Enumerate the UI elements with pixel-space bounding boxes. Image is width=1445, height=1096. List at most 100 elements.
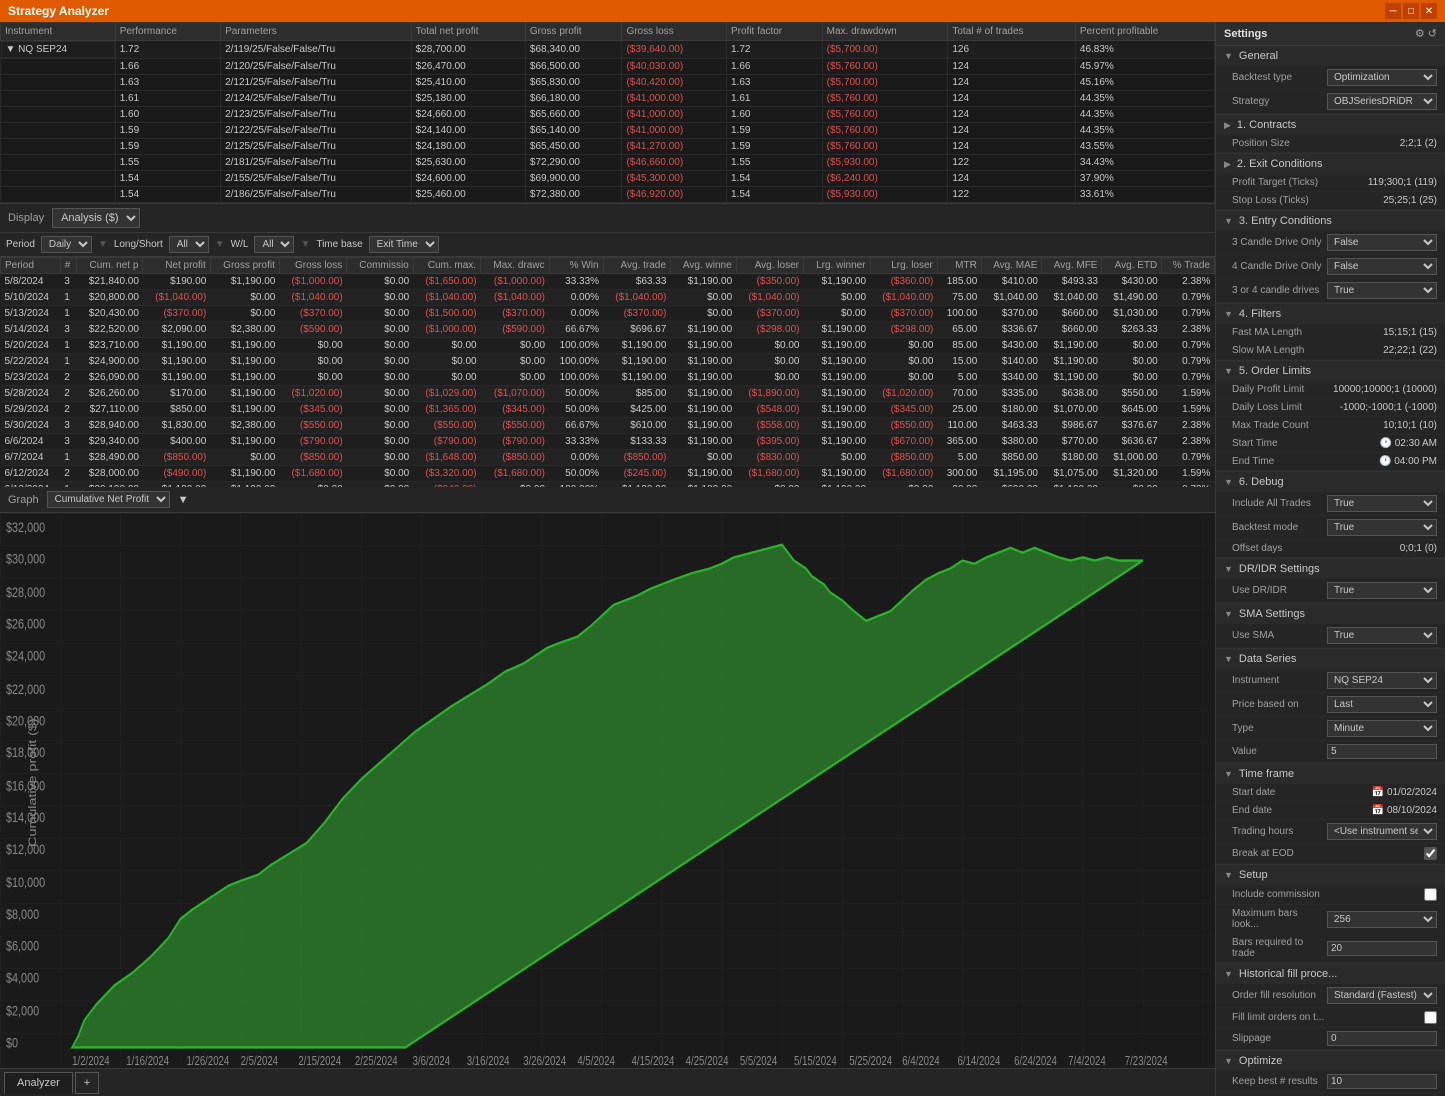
graph-label: Graph bbox=[8, 494, 39, 506]
wl-select[interactable]: All bbox=[254, 236, 294, 253]
title-bar: Strategy Analyzer ─ □ ✕ bbox=[0, 0, 1445, 22]
table-cell: 0.79% bbox=[1162, 354, 1215, 370]
period-bar: Period Daily ▼ Long/Short All ▼ W/L All … bbox=[0, 233, 1215, 257]
table-cell: 2/121/25/False/False/Tru bbox=[221, 75, 412, 91]
table-cell: 2 bbox=[60, 466, 77, 482]
table-cell: ($350.00) bbox=[736, 274, 803, 290]
include-all-trades-select[interactable]: True False bbox=[1327, 495, 1437, 512]
slippage-input[interactable] bbox=[1327, 1031, 1437, 1046]
longshort-select[interactable]: All bbox=[169, 236, 209, 253]
settings-section-general: ▼ General Backtest type Optimization Str… bbox=[1216, 46, 1445, 115]
table-cell: 2/123/25/False/False/Tru bbox=[221, 107, 412, 123]
graph-type-select[interactable]: Cumulative Net Profit bbox=[47, 491, 170, 508]
4-candle-select[interactable]: False True bbox=[1327, 258, 1437, 275]
backtest-mode-select[interactable]: True False bbox=[1327, 519, 1437, 536]
section-header-order-limits[interactable]: ▼ 5. Order Limits bbox=[1216, 361, 1445, 381]
section-header-sma[interactable]: ▼ SMA Settings bbox=[1216, 604, 1445, 624]
table-cell: ($790.00) bbox=[413, 434, 480, 450]
svg-text:$20,000: $20,000 bbox=[6, 713, 45, 729]
price-based-select[interactable]: Last bbox=[1327, 696, 1437, 713]
results-table: Instrument Performance Parameters Total … bbox=[0, 22, 1215, 203]
table-cell: ($370.00) bbox=[143, 306, 210, 322]
section-header-debug[interactable]: ▼ 6. Debug bbox=[1216, 472, 1445, 492]
break-eod-checkbox[interactable] bbox=[1424, 847, 1437, 860]
table-row: 1.612/124/25/False/False/Tru$25,180.00$6… bbox=[1, 91, 1215, 107]
section-header-dataseries[interactable]: ▼ Data Series bbox=[1216, 649, 1445, 669]
minimize-button[interactable]: ─ bbox=[1385, 3, 1401, 19]
trading-hours-select[interactable]: <Use instrument se... bbox=[1327, 823, 1437, 840]
period-select[interactable]: Daily bbox=[41, 236, 92, 253]
table-cell: 5/23/2024 bbox=[1, 370, 61, 386]
bars-required-input[interactable] bbox=[1327, 941, 1437, 956]
timebase-select[interactable]: Exit Time bbox=[369, 236, 439, 253]
table-cell: $85.00 bbox=[603, 386, 670, 402]
backtest-type-select[interactable]: Optimization bbox=[1327, 69, 1437, 86]
settings-gear-icon[interactable]: ⚙ ↺ bbox=[1415, 27, 1437, 40]
display-select[interactable]: Analysis ($) bbox=[52, 208, 140, 228]
section-header-filters[interactable]: ▼ 4. Filters bbox=[1216, 304, 1445, 324]
section-header-contracts[interactable]: ▶ 1. Contracts bbox=[1216, 115, 1445, 135]
table-cell: $28,940.00 bbox=[77, 418, 143, 434]
order-fill-select[interactable]: Standard (Fastest) bbox=[1327, 987, 1437, 1004]
table-cell: 1.59 bbox=[726, 123, 822, 139]
section-header-dridr[interactable]: ▼ DR/IDR Settings bbox=[1216, 559, 1445, 579]
section-header-setup[interactable]: ▼ Setup bbox=[1216, 865, 1445, 885]
table-cell: ($1,680.00) bbox=[870, 466, 937, 482]
settings-section-dataseries: ▼ Data Series Instrument NQ SEP24 Price … bbox=[1216, 649, 1445, 764]
section-label-contracts: 1. Contracts bbox=[1237, 119, 1296, 131]
app-title: Strategy Analyzer bbox=[8, 4, 109, 18]
type-select[interactable]: Minute bbox=[1327, 720, 1437, 737]
table-cell: ($590.00) bbox=[279, 322, 346, 338]
table-row: 6/6/20243$29,340.00$400.00$1,190.00($790… bbox=[1, 434, 1215, 450]
max-bars-select[interactable]: 256 bbox=[1327, 911, 1437, 928]
table-cell: $72,380.00 bbox=[525, 187, 622, 203]
position-size-value: 2;2;1 (2) bbox=[1400, 138, 1437, 149]
tab-analyzer[interactable]: Analyzer bbox=[4, 1072, 73, 1094]
table-cell: ($1,040.00) bbox=[870, 290, 937, 306]
table-cell: ($41,000.00) bbox=[622, 107, 727, 123]
3-candle-label: 3 Candle Drive Only bbox=[1232, 237, 1327, 248]
table-cell: ($850.00) bbox=[603, 450, 670, 466]
section-header-timeframe[interactable]: ▼ Time frame bbox=[1216, 764, 1445, 784]
include-commission-checkbox[interactable] bbox=[1424, 888, 1437, 901]
close-button[interactable]: ✕ bbox=[1421, 3, 1437, 19]
table-cell: 6/7/2024 bbox=[1, 450, 61, 466]
table-cell: 3 bbox=[60, 274, 77, 290]
table-cell: $0.00 bbox=[347, 306, 414, 322]
svg-text:$24,000: $24,000 bbox=[6, 648, 45, 664]
3-candle-select[interactable]: False True bbox=[1327, 234, 1437, 251]
table-cell: 365.00 bbox=[937, 434, 981, 450]
use-sma-select[interactable]: True False bbox=[1327, 627, 1437, 644]
fill-limit-checkbox[interactable] bbox=[1424, 1011, 1437, 1024]
use-dridr-select[interactable]: True False bbox=[1327, 582, 1437, 599]
section-header-general[interactable]: ▼ General bbox=[1216, 46, 1445, 66]
table-cell: $1,190.00 bbox=[803, 386, 870, 402]
value-input[interactable] bbox=[1327, 744, 1437, 759]
section-header-entry[interactable]: ▼ 3. Entry Conditions bbox=[1216, 211, 1445, 231]
table-cell: 66.67% bbox=[549, 322, 603, 338]
svg-text:$14,000: $14,000 bbox=[6, 810, 45, 826]
collapse-setup-icon: ▼ bbox=[1224, 870, 1233, 880]
3-4-candle-select[interactable]: True False bbox=[1327, 282, 1437, 299]
section-header-optimize[interactable]: ▼ Optimize bbox=[1216, 1051, 1445, 1071]
table-cell: ($370.00) bbox=[279, 306, 346, 322]
table-cell: ($590.00) bbox=[481, 322, 549, 338]
keep-best-input[interactable] bbox=[1327, 1074, 1437, 1089]
svg-text:4/25/2024: 4/25/2024 bbox=[686, 1055, 729, 1068]
section-header-exit[interactable]: ▶ 2. Exit Conditions bbox=[1216, 154, 1445, 174]
table-cell: $1,190.00 bbox=[670, 274, 736, 290]
tab-add-button[interactable]: + bbox=[75, 1072, 99, 1094]
maximize-button[interactable]: □ bbox=[1403, 3, 1419, 19]
instrument-select[interactable]: NQ SEP24 bbox=[1327, 672, 1437, 689]
th-avg-mae: Avg. MAE bbox=[981, 258, 1042, 274]
table-cell: ($5,930.00) bbox=[822, 187, 948, 203]
table-cell: $0.00 bbox=[347, 354, 414, 370]
table-cell: ($5,760.00) bbox=[822, 107, 948, 123]
table-cell: $850.00 bbox=[143, 402, 210, 418]
table-cell bbox=[1, 107, 116, 123]
table-cell: ($790.00) bbox=[481, 434, 549, 450]
table-cell: 1.59% bbox=[1162, 466, 1215, 482]
strategy-select[interactable]: OBJSeriesDRiDR bbox=[1327, 93, 1437, 110]
main-layout: Instrument Performance Parameters Total … bbox=[0, 22, 1445, 1096]
section-header-historicalfill[interactable]: ▼ Historical fill proce... bbox=[1216, 964, 1445, 984]
